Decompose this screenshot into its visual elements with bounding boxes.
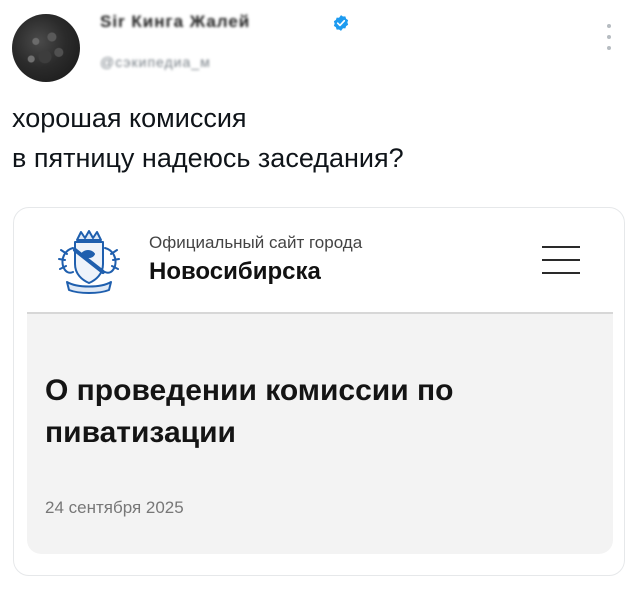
more-options-icon[interactable] <box>604 24 614 50</box>
news-date: 24 сентября 2025 <box>45 498 184 517</box>
news-block[interactable]: О проведении комиссии по пиватизации 24 … <box>27 314 613 554</box>
news-title[interactable]: О проведении комиссии по пиватизации <box>45 370 585 454</box>
hamburger-menu-icon[interactable] <box>542 246 580 274</box>
tweet-text-line: хорошая комиссия <box>12 103 247 133</box>
novosibirsk-coat-of-arms-logo <box>58 230 120 294</box>
site-title: Новосибирска <box>149 258 321 285</box>
tweet-text: хорошая комиссия в пятницу надеюсь засед… <box>12 98 404 178</box>
verified-badge-icon <box>333 15 349 31</box>
tweet-post: Sir Кинга Жалей @сэкипедиа_м хорошая ком… <box>0 0 640 596</box>
site-subtitle: Официальный сайт города <box>149 233 363 252</box>
avatar[interactable] <box>12 14 80 82</box>
author-handle[interactable]: @сэкипедиа_м <box>100 54 211 70</box>
tweet-text-line: в пятницу надеюсь заседания? <box>12 143 404 173</box>
author-name[interactable]: Sir Кинга Жалей <box>100 12 250 32</box>
embedded-screenshot-card[interactable]: Официальный сайт города Новосибирска О п… <box>13 207 625 576</box>
